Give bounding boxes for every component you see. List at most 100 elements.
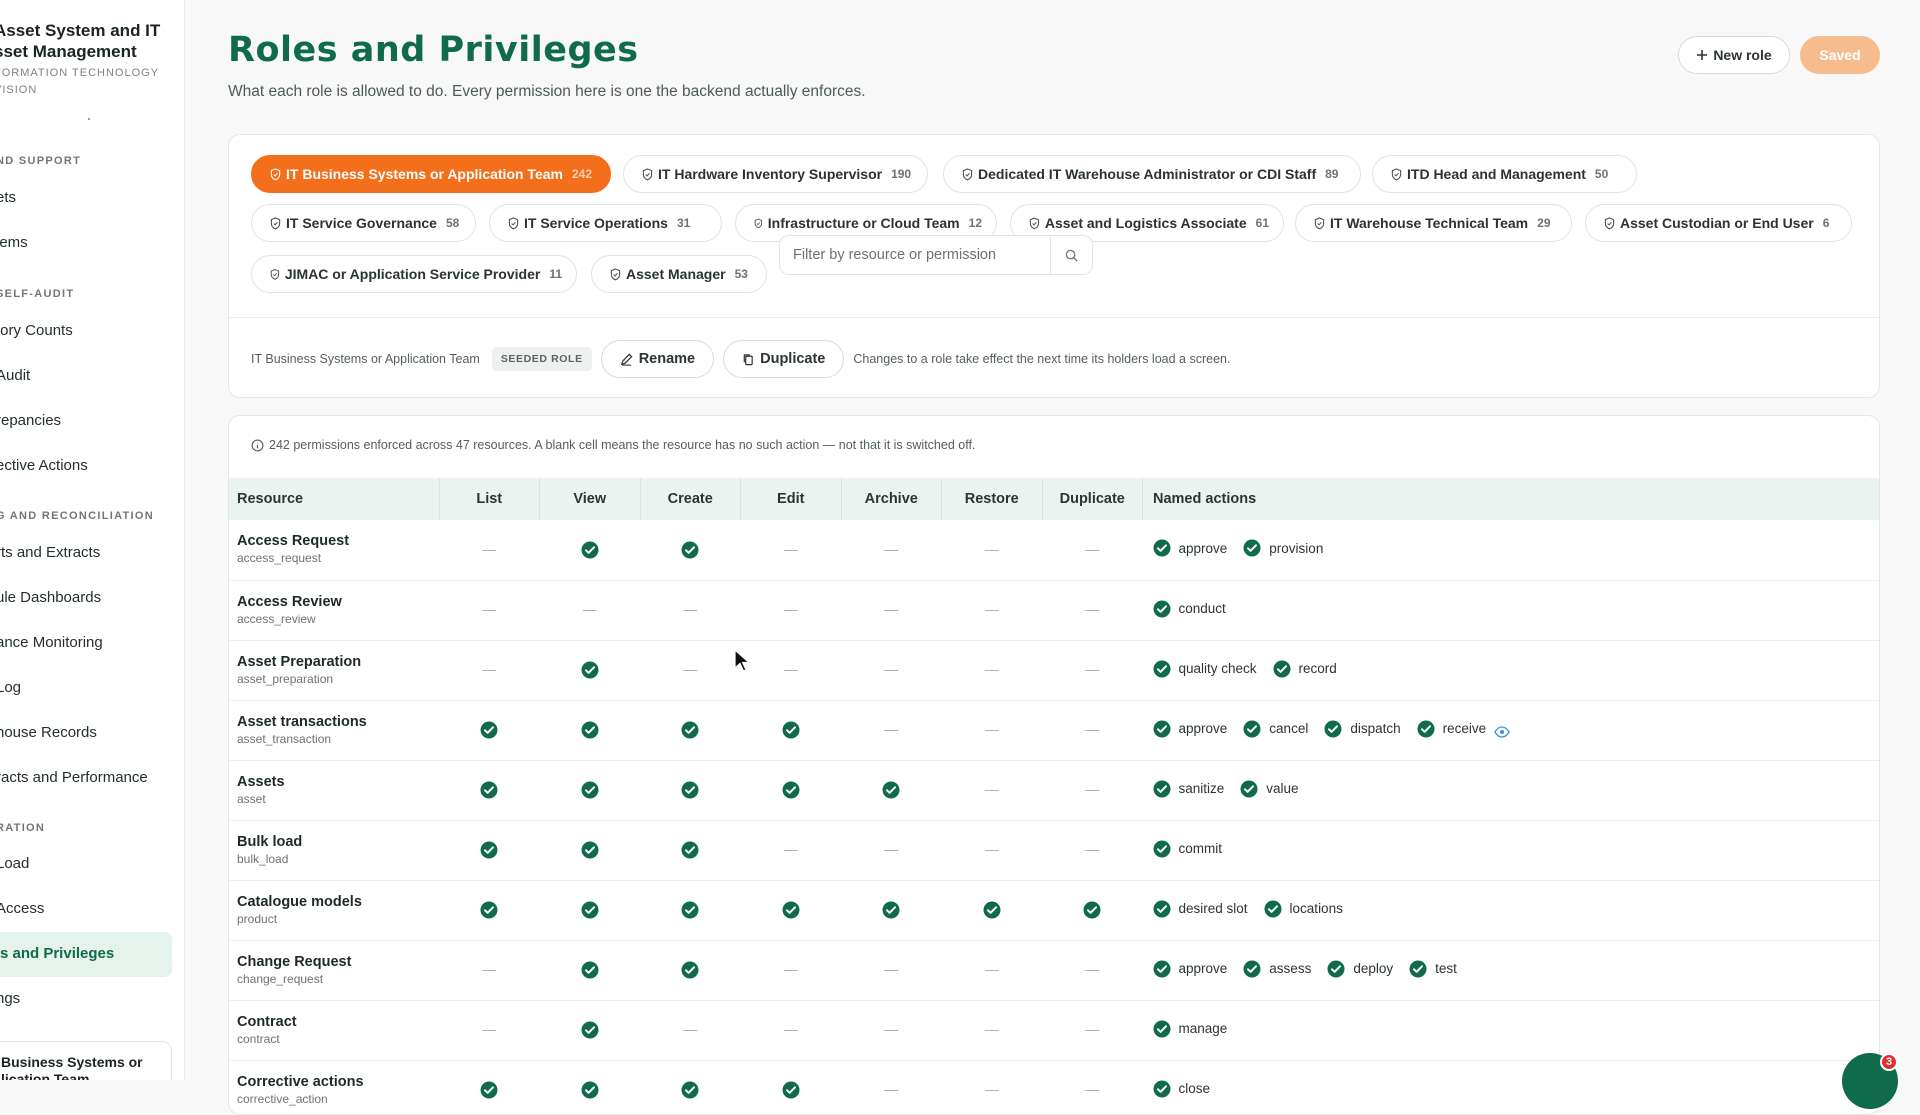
permission-cell-list[interactable]: [439, 760, 540, 820]
no-action-dash: —: [884, 721, 899, 737]
permission-cell-edit[interactable]: [741, 700, 842, 760]
named-action[interactable]: test: [1409, 960, 1457, 978]
permission-cell-restore[interactable]: [942, 880, 1043, 940]
permission-cell-list[interactable]: [439, 700, 540, 760]
role-chip[interactable]: IT Service Governance 58: [251, 204, 476, 242]
current-user-card[interactable]: Business Systems or lication Team: [0, 1041, 172, 1080]
sidebar-item-inventory-counts[interactable]: tory Counts: [0, 322, 73, 339]
sidebar-item-audit-log[interactable]: Log: [0, 679, 21, 696]
new-role-button[interactable]: New role: [1678, 36, 1790, 74]
permission-cell-edit[interactable]: [741, 880, 842, 940]
named-action[interactable]: sanitize: [1153, 780, 1224, 798]
permission-cell-edit[interactable]: [741, 1060, 842, 1114]
check-circle-icon: [480, 721, 498, 739]
role-chip[interactable]: IT Business Systems or Application Team 2…: [251, 155, 611, 193]
permission-cell-view[interactable]: [540, 700, 641, 760]
permission-cell-list[interactable]: [439, 880, 540, 940]
named-action[interactable]: quality check: [1153, 660, 1257, 678]
no-action-dash: —: [884, 661, 899, 677]
filter-input[interactable]: [780, 236, 1052, 274]
permission-cell-list[interactable]: [439, 1060, 540, 1114]
saved-button[interactable]: Saved: [1800, 36, 1880, 74]
permission-cell-create[interactable]: [640, 940, 741, 1000]
sidebar-item-audit[interactable]: Audit: [0, 367, 30, 384]
named-actions-cell: desired slot locations: [1143, 880, 1880, 940]
sidebar-item-compliance-monitoring[interactable]: ance Monitoring: [0, 634, 103, 651]
permission-cell-archive[interactable]: [841, 880, 942, 940]
resource-cell: Bulk load bulk_load: [229, 820, 439, 880]
sidebar-item-roles-privileges[interactable]: s and Privileges: [0, 932, 172, 977]
named-action-label: close: [1178, 1081, 1211, 1096]
named-action[interactable]: receive: [1417, 720, 1486, 738]
sidebar-item-module-dashboards[interactable]: ule Dashboards: [0, 589, 101, 606]
named-action[interactable]: value: [1240, 780, 1299, 798]
named-action[interactable]: approve: [1153, 720, 1227, 738]
role-chip[interactable]: JIMAC or Application Service Provider 11: [251, 255, 577, 293]
named-action[interactable]: deploy: [1327, 960, 1393, 978]
permission-cell-create[interactable]: [640, 820, 741, 880]
role-chip[interactable]: IT Hardware Inventory Supervisor 190: [623, 155, 928, 193]
sidebar-item-discrepancies[interactable]: repancies: [0, 412, 61, 429]
filter-search-button[interactable]: [1050, 236, 1092, 274]
role-chip[interactable]: Asset Custodian or End User 6: [1585, 204, 1852, 242]
named-action[interactable]: conduct: [1153, 600, 1226, 618]
named-action[interactable]: assess: [1243, 960, 1311, 978]
no-action-dash: —: [783, 961, 798, 977]
permission-cell-restore: —: [942, 1060, 1043, 1114]
permission-cell-list[interactable]: [439, 820, 540, 880]
permission-cell-create[interactable]: [640, 1060, 741, 1114]
check-circle-icon: [1083, 901, 1101, 919]
sidebar-item-reports-extracts[interactable]: rts and Extracts: [0, 544, 100, 561]
role-chip[interactable]: Asset Manager 53: [591, 255, 767, 293]
permission-cell-view[interactable]: [540, 1060, 641, 1114]
named-action[interactable]: cancel: [1243, 720, 1308, 738]
permission-cell-create[interactable]: [640, 760, 741, 820]
sidebar-item-contracts-performance[interactable]: racts and Performance: [0, 769, 148, 786]
sidebar-item-bulk-load[interactable]: Load: [0, 855, 29, 872]
resource-name: Asset transactions: [237, 713, 367, 730]
sidebar-item-warehouse-records[interactable]: house Records: [0, 724, 97, 741]
named-action[interactable]: approve: [1153, 539, 1227, 557]
eye-icon[interactable]: [1494, 725, 1510, 738]
permission-cell-view: —: [540, 580, 641, 640]
sidebar-item-user-access[interactable]: Access: [0, 900, 44, 917]
permission-cell-view[interactable]: [540, 820, 641, 880]
named-action[interactable]: dispatch: [1324, 720, 1401, 738]
permission-cell-create[interactable]: [640, 700, 741, 760]
permission-cell-archive[interactable]: [841, 760, 942, 820]
permission-cell-view[interactable]: [540, 640, 641, 700]
named-action[interactable]: locations: [1264, 900, 1343, 918]
permission-cell-view[interactable]: [540, 760, 641, 820]
role-chip[interactable]: Dedicated IT Warehouse Administrator or …: [943, 155, 1361, 193]
named-action[interactable]: close: [1153, 1080, 1211, 1098]
permission-cell-view[interactable]: [540, 940, 641, 1000]
permission-cell-duplicate: —: [1042, 760, 1143, 820]
permission-cell-create[interactable]: [640, 880, 741, 940]
named-action[interactable]: approve: [1153, 960, 1227, 978]
rename-button[interactable]: Rename: [600, 340, 715, 378]
permission-cell-edit[interactable]: [741, 760, 842, 820]
sidebar-item-tickets[interactable]: ets: [0, 189, 16, 206]
role-chip[interactable]: IT Warehouse Technical Team 29: [1295, 204, 1572, 242]
check-circle-icon: [480, 901, 498, 919]
permission-cell-view[interactable]: [540, 880, 641, 940]
named-action[interactable]: commit: [1153, 840, 1222, 858]
named-action[interactable]: manage: [1153, 1020, 1227, 1038]
permission-cell-view[interactable]: [540, 1000, 641, 1060]
duplicate-button[interactable]: Duplicate: [723, 340, 845, 378]
check-circle-icon: [1273, 660, 1291, 677]
sidebar-item-problems[interactable]: lems: [0, 234, 28, 251]
role-chip[interactable]: IT Service Operations 31: [489, 204, 722, 242]
permission-cell-duplicate[interactable]: [1042, 880, 1143, 940]
named-action[interactable]: desired slot: [1153, 900, 1248, 918]
permission-cell-view[interactable]: [540, 520, 641, 580]
permission-matrix-card: 242 permissions enforced across 47 resou…: [228, 415, 1880, 1115]
role-chip[interactable]: ITD Head and Management 50: [1372, 155, 1637, 193]
permission-cell-create[interactable]: [640, 520, 741, 580]
named-action[interactable]: provision: [1243, 539, 1323, 557]
resource-key: change_request: [237, 971, 324, 986]
shield-icon: [642, 167, 653, 180]
sidebar-item-settings[interactable]: ngs: [0, 990, 20, 1007]
sidebar-item-corrective-actions[interactable]: ective Actions: [0, 457, 88, 474]
named-action[interactable]: record: [1273, 660, 1337, 678]
